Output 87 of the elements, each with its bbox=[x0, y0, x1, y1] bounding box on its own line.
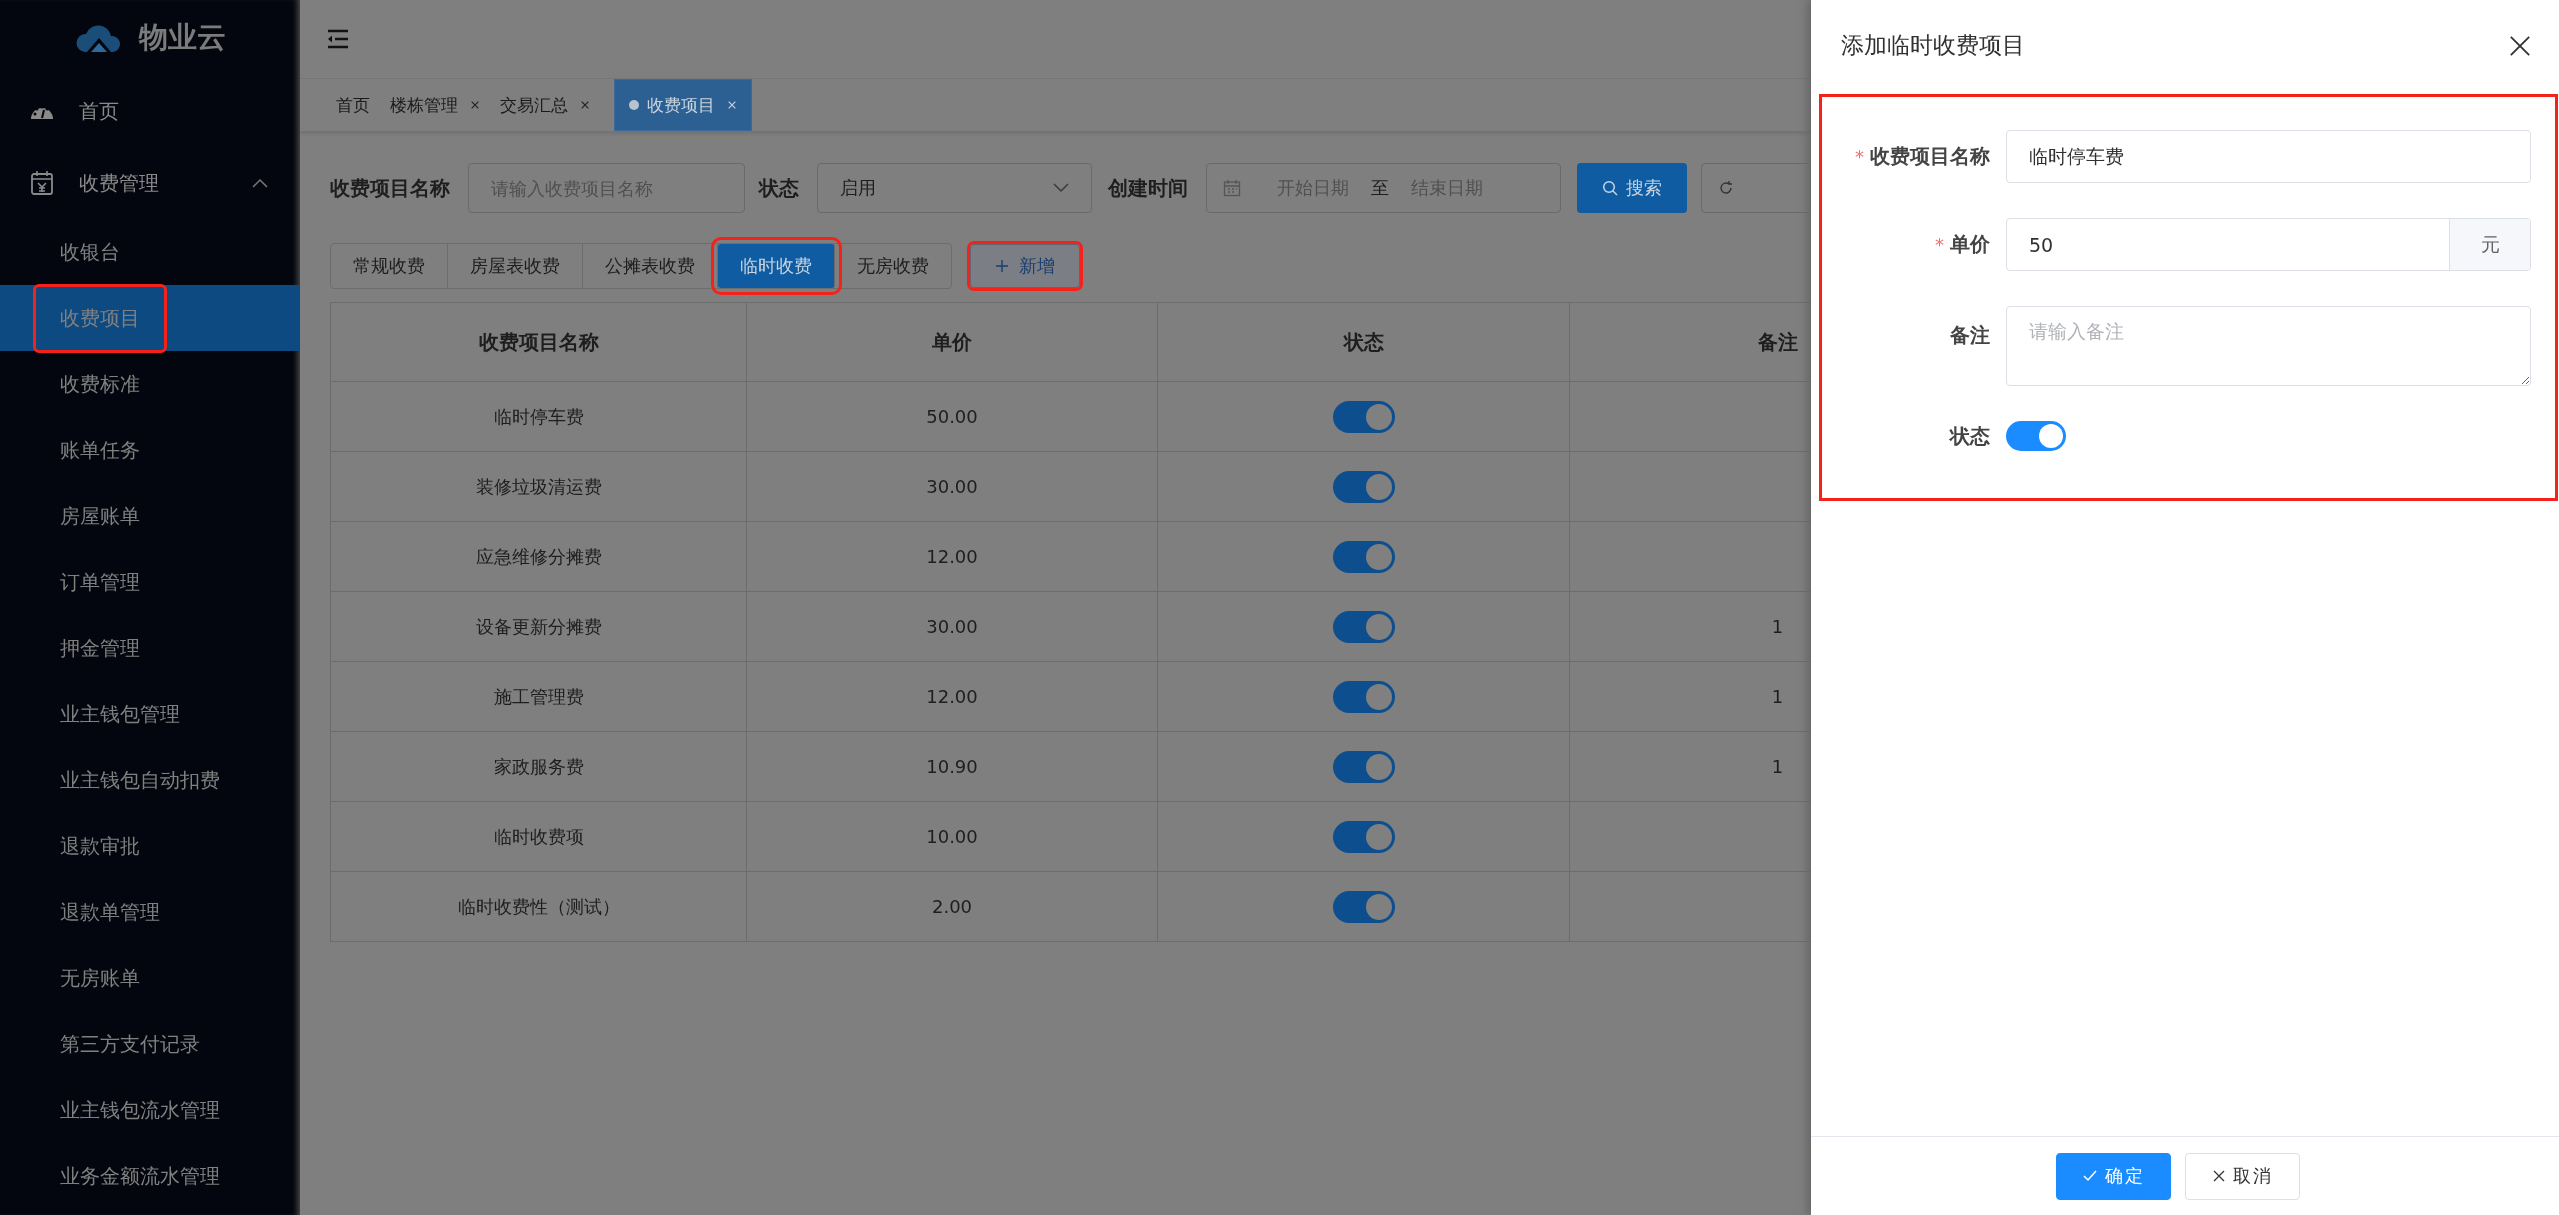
table-cell: 30.00 bbox=[747, 452, 1158, 521]
plus-icon bbox=[995, 259, 1009, 273]
field-label: 收费项目名称 bbox=[330, 174, 450, 202]
nav-item[interactable]: 第三方支付记录 bbox=[0, 1011, 300, 1077]
table-cell: 12.00 bbox=[747, 522, 1158, 591]
remark-textarea[interactable]: 请输入备注 bbox=[2006, 306, 2531, 386]
table-cell: 10.90 bbox=[747, 732, 1158, 801]
close-icon bbox=[470, 100, 480, 110]
reset-button[interactable] bbox=[1701, 163, 1811, 213]
menu-fold-icon bbox=[326, 29, 350, 49]
app-logo-text: 物业云 bbox=[138, 18, 226, 56]
cancel-button[interactable]: 取消 bbox=[2185, 1152, 2300, 1200]
field-label: 收费项目名称 bbox=[1870, 143, 1990, 170]
status-toggle[interactable] bbox=[1332, 680, 1395, 713]
table-cell: 10.00 bbox=[747, 802, 1158, 871]
category-tab[interactable]: 房屋表收费 bbox=[448, 244, 583, 288]
table-cell: 2.00 bbox=[747, 872, 1158, 941]
column-header: 单价 bbox=[747, 303, 1158, 381]
nav-group[interactable]: 收费管理 bbox=[0, 147, 300, 219]
table-cell: 应急维修分摊费 bbox=[331, 522, 747, 591]
field-label: 单价 bbox=[1950, 231, 1990, 258]
text-input[interactable]: 临时停车费 bbox=[2006, 130, 2531, 183]
table-cell: 50.00 bbox=[747, 382, 1158, 451]
nav-item[interactable]: 订单管理 bbox=[0, 549, 300, 615]
table-cell: 30.00 bbox=[747, 592, 1158, 661]
nav-item[interactable]: 业务金额流水管理 bbox=[0, 1143, 300, 1209]
status-dot bbox=[629, 100, 639, 110]
status-toggle[interactable] bbox=[1332, 470, 1395, 503]
nav-item[interactable]: 退款单管理 bbox=[0, 879, 300, 945]
table-cell: 12.00 bbox=[747, 662, 1158, 731]
close-icon[interactable] bbox=[2509, 34, 2531, 57]
table-cell: 临时收费项 bbox=[331, 802, 747, 871]
table-cell: 家政服务费 bbox=[331, 732, 747, 801]
status-toggle[interactable] bbox=[1332, 540, 1395, 573]
unit-suffix: 元 bbox=[2449, 219, 2530, 270]
field-label: 备注 bbox=[1950, 322, 1990, 349]
chevron-down-icon bbox=[1052, 183, 1069, 193]
close-icon bbox=[2212, 1170, 2225, 1182]
calendar-icon bbox=[1222, 179, 1241, 197]
nav-item[interactable]: 收费标准 bbox=[0, 351, 300, 417]
range-separator: 至 bbox=[1370, 176, 1389, 200]
refresh-icon bbox=[1718, 180, 1734, 196]
status-select[interactable]: 启用 bbox=[816, 163, 1092, 213]
check-icon bbox=[2082, 1170, 2097, 1182]
table-cell: 装修垃圾清运费 bbox=[331, 452, 747, 521]
table-cell: 临时收费性（测试） bbox=[331, 872, 747, 941]
table-cell: 施工管理费 bbox=[331, 662, 747, 731]
status-toggle[interactable] bbox=[1332, 890, 1395, 923]
page-tab[interactable]: 收费项目 bbox=[614, 79, 752, 131]
field-label: 状态 bbox=[758, 174, 799, 202]
nav-item[interactable]: 业主钱包管理 bbox=[0, 681, 300, 747]
page-tab[interactable]: 交易汇总 bbox=[494, 79, 604, 131]
column-header: 状态 bbox=[1158, 303, 1570, 381]
close-icon bbox=[580, 100, 590, 110]
close-icon bbox=[727, 100, 737, 110]
nav-item[interactable]: 退款审批 bbox=[0, 813, 300, 879]
nav-item[interactable]: 无房账单 bbox=[0, 945, 300, 1011]
status-toggle[interactable] bbox=[1332, 820, 1395, 853]
search-button[interactable]: 搜索 bbox=[1577, 163, 1687, 213]
field-label: 状态 bbox=[1950, 422, 1990, 450]
table-cell: 临时停车费 bbox=[331, 382, 747, 451]
required-mark: * bbox=[1935, 234, 1944, 255]
price-input[interactable]: 50 元 bbox=[2006, 218, 2531, 271]
status-switch[interactable] bbox=[2006, 421, 2066, 451]
category-tab[interactable]: 常规收费 bbox=[331, 244, 448, 288]
drawer-title: 添加临时收费项目 bbox=[1841, 31, 2025, 60]
nav-item[interactable]: 首页 bbox=[0, 75, 300, 147]
column-header: 收费项目名称 bbox=[331, 303, 747, 381]
nav-item[interactable]: 押金管理 bbox=[0, 615, 300, 681]
status-toggle[interactable] bbox=[1332, 750, 1395, 783]
confirm-button[interactable]: 确定 bbox=[2056, 1152, 2171, 1200]
required-mark: * bbox=[1855, 146, 1864, 167]
add-button[interactable]: 新增 bbox=[970, 244, 1080, 288]
field-label: 创建时间 bbox=[1107, 174, 1188, 202]
table-cell: 设备更新分摊费 bbox=[331, 592, 747, 661]
nav-item[interactable]: 房屋账单 bbox=[0, 483, 300, 549]
nav-item[interactable]: 业主钱包流水管理 bbox=[0, 1077, 300, 1143]
nav-item[interactable]: 账单任务 bbox=[0, 417, 300, 483]
status-toggle[interactable] bbox=[1332, 400, 1395, 433]
category-tab[interactable]: 无房收费 bbox=[835, 244, 951, 288]
page-tab[interactable]: 楼栋管理 bbox=[384, 79, 494, 131]
nav-item[interactable]: 业主钱包自动扣费 bbox=[0, 747, 300, 813]
calendar-yen-icon bbox=[30, 170, 54, 196]
status-toggle[interactable] bbox=[1332, 610, 1395, 643]
page-tab[interactable]: 首页 bbox=[330, 79, 384, 131]
search-icon bbox=[1602, 180, 1618, 196]
nav-item[interactable]: 收银台 bbox=[0, 219, 300, 285]
